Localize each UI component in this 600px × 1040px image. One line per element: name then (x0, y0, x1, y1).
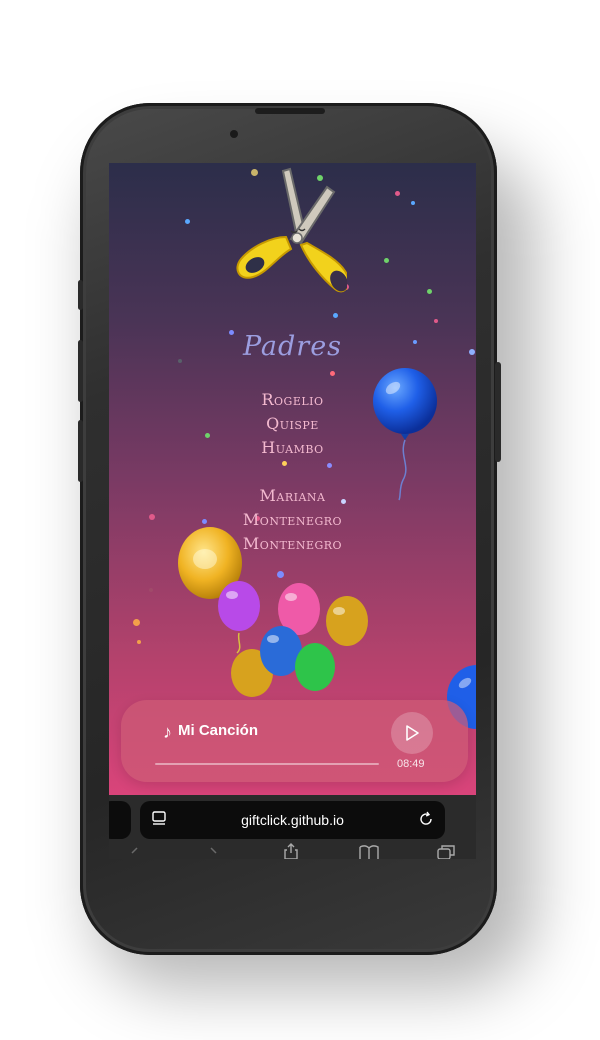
address-bar[interactable]: giftclick.github.io (140, 801, 445, 839)
blue-balloon (373, 368, 437, 501)
confetti (395, 191, 400, 196)
confetti (277, 571, 284, 578)
progress-track[interactable] (155, 763, 379, 765)
previous-tab[interactable] (109, 801, 131, 839)
play-icon (406, 725, 419, 741)
confetti (185, 219, 190, 224)
back-chevron-icon[interactable] (129, 847, 141, 859)
tabs-icon[interactable] (437, 845, 455, 859)
confetti (434, 319, 438, 323)
url-text: giftclick.github.io (241, 812, 344, 828)
confetti (427, 289, 432, 294)
song-title: Mi Canción (178, 722, 259, 739)
forward-chevron-icon[interactable] (207, 847, 219, 859)
confetti (137, 640, 141, 644)
front-camera (230, 130, 238, 138)
invitation-page[interactable]: Padres Rogelio Quispe Huambo Mariana Mon… (109, 163, 476, 795)
power-button (495, 362, 501, 462)
parent-2-surname-1: Montenegro (242, 510, 343, 529)
confetti (411, 201, 415, 205)
parents-heading: Padres (242, 331, 343, 362)
song-time: 08:49 (397, 758, 425, 770)
music-player: ♪ Mi Canción 08:49 (121, 700, 468, 782)
mute-switch (78, 280, 83, 310)
confetti (384, 258, 389, 263)
browser-toolbar: giftclick.github.io (109, 795, 476, 859)
volume-up-button (78, 340, 83, 402)
confetti (282, 461, 287, 466)
music-note-icon: ♪ (163, 722, 172, 742)
confetti (333, 313, 338, 318)
reload-icon[interactable] (418, 811, 434, 827)
phone-screen: Padres Rogelio Quispe Huambo Mariana Mon… (109, 163, 476, 859)
bookmarks-icon[interactable] (359, 845, 379, 859)
volume-down-button (78, 420, 83, 482)
glitter-balloons (218, 581, 368, 697)
share-icon[interactable] (284, 843, 298, 859)
scissors-icon (236, 167, 347, 293)
confetti (330, 371, 335, 376)
play-button[interactable] (391, 712, 433, 754)
parent-2-surname-2: Montenegro (242, 534, 343, 553)
confetti (149, 588, 153, 592)
confetti (327, 463, 332, 468)
earpiece-speaker (255, 108, 325, 114)
confetti (133, 619, 140, 626)
